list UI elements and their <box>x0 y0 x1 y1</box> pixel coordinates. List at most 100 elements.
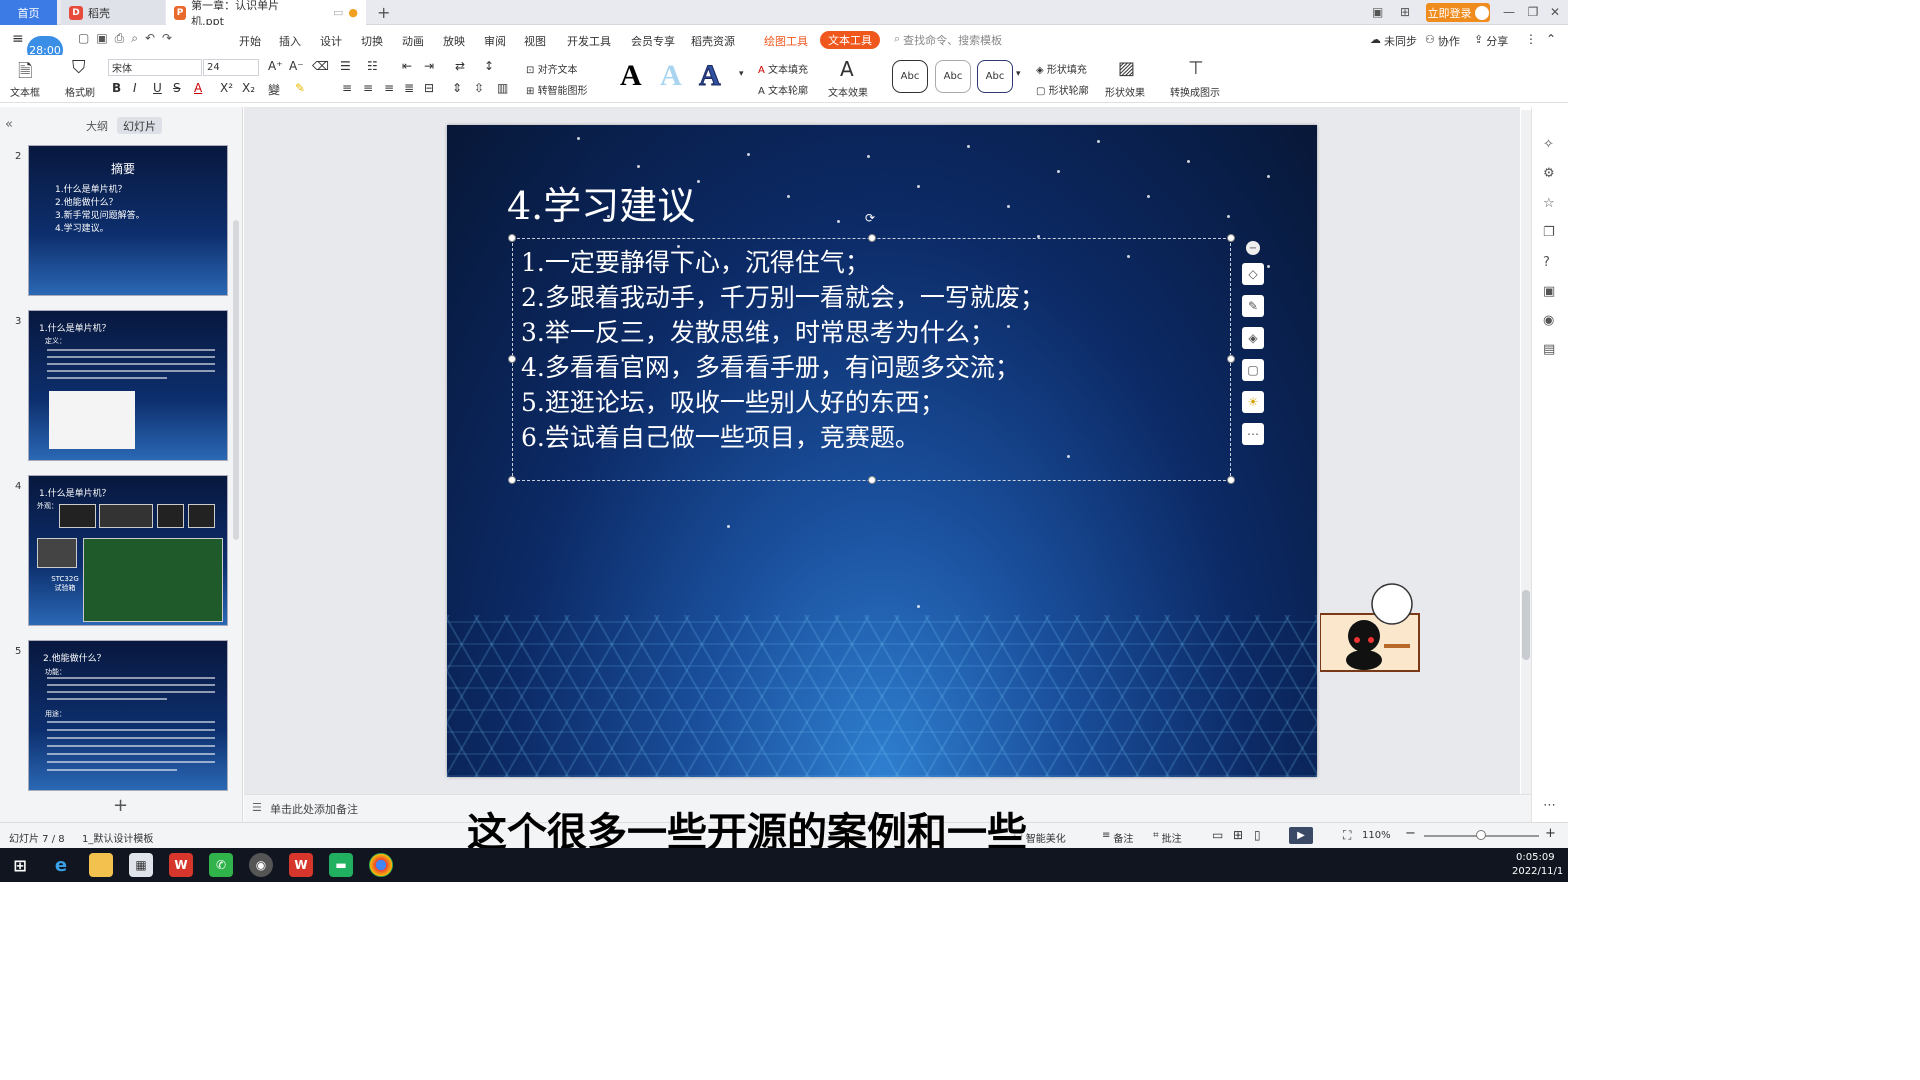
fit-window-icon[interactable]: ⛶ <box>1343 828 1351 843</box>
menu-text-tool[interactable]: 文本工具 <box>820 31 880 49</box>
convert-diagram-button[interactable]: 转换成图示 <box>1170 84 1220 99</box>
shape-outline-button[interactable]: ▢ 形状轮廓 <box>1036 82 1089 97</box>
shape-effect-icon[interactable]: ▨ <box>1118 58 1135 79</box>
body-line[interactable]: 3.举一反三，发散思维，时常思考为什么； <box>521 313 995 349</box>
font-name-select[interactable]: 宋体 <box>108 59 202 76</box>
login-button[interactable]: 立即登录 <box>1426 3 1490 22</box>
tab-document[interactable]: P 第一章：认识单片机.ppt ▭ ● <box>166 0 366 28</box>
format-painter-icon[interactable]: ⛉ <box>72 57 86 78</box>
underline-button[interactable]: U <box>153 81 162 95</box>
align-left-icon[interactable]: ≡ <box>342 81 352 95</box>
store-icon[interactable]: ▦ <box>129 853 153 877</box>
pen-icon[interactable]: ✎ <box>1242 295 1264 317</box>
quick-access-toolbar[interactable]: ▢▣⎙⌕↶↷ <box>78 31 179 46</box>
menu-item[interactable]: 审阅 <box>484 33 506 49</box>
zoom-in-icon[interactable]: + <box>1545 826 1556 841</box>
bullet-list-icon[interactable]: ☰ <box>340 59 351 73</box>
slide-title[interactable]: 4.学习建议 <box>507 175 695 230</box>
settings-sliders-icon[interactable]: ⚙ <box>1543 166 1555 181</box>
tab-outline[interactable]: 大纲 <box>86 118 108 134</box>
tab-daoke[interactable]: D 稻壳 <box>61 0 165 25</box>
layers-icon[interactable]: ◇ <box>1242 263 1264 285</box>
chrome-icon[interactable] <box>369 853 393 877</box>
columns-icon[interactable]: ▥ <box>497 81 508 95</box>
reading-view-icon[interactable]: ▯ <box>1254 828 1261 842</box>
convert-diagram-icon[interactable]: ⊤ <box>1188 58 1204 79</box>
notes-toggle-button[interactable]: ≡ 备注 <box>1102 830 1133 845</box>
zoom-slider-thumb[interactable] <box>1476 830 1486 840</box>
textbox-button[interactable]: 文本框 <box>10 84 40 99</box>
resize-handle[interactable] <box>1227 234 1235 242</box>
number-list-icon[interactable]: ☷ <box>367 59 378 73</box>
body-line[interactable]: 5.逛逛论坛，吸收一些别人好的东西； <box>521 383 945 419</box>
command-search[interactable]: ⌕ 查找命令、搜索模板 <box>894 32 1002 48</box>
more-tools-icon[interactable]: ⋯ <box>1242 423 1264 445</box>
align-right-icon[interactable]: ≡ <box>384 81 394 95</box>
align-center-icon[interactable]: ≡ <box>363 81 373 95</box>
para-spacing-icon[interactable]: ⇕ <box>452 81 462 95</box>
template-name[interactable]: 1_默认设计模板 <box>82 830 153 845</box>
shape-style-3[interactable]: Abc <box>977 60 1013 93</box>
body-line[interactable]: 1.一定要静得下心，沉得住气； <box>521 243 870 279</box>
help-icon[interactable]: ? <box>1543 255 1550 270</box>
zoom-out-icon[interactable]: − <box>1405 826 1416 841</box>
grow-font-icon[interactable]: A⁺ <box>268 59 283 73</box>
text-fill-button[interactable]: A 文本填充 <box>758 61 808 76</box>
more-menu-icon[interactable]: ⋮ <box>1525 32 1537 46</box>
menu-drawing-tool[interactable]: 绘图工具 <box>764 33 808 49</box>
resize-handle[interactable] <box>508 476 516 484</box>
tab-slides[interactable]: 幻灯片 <box>117 117 162 134</box>
smartart-button[interactable]: ⊞ 转智能图形 <box>526 82 588 97</box>
menu-item[interactable]: 会员专享 <box>631 33 675 49</box>
star-icon[interactable]: ☆ <box>1543 196 1555 211</box>
clear-format-icon[interactable]: ⌫ <box>312 59 329 73</box>
resize-handle[interactable] <box>1227 476 1235 484</box>
menu-item[interactable]: 开始 <box>239 33 261 49</box>
comments-button[interactable]: ⌗ 批注 <box>1153 830 1182 845</box>
shape-effect-button[interactable]: 形状效果 <box>1105 84 1145 99</box>
sorter-view-icon[interactable]: ⊞ <box>1233 828 1243 842</box>
menu-item[interactable]: 放映 <box>443 33 465 49</box>
body-line[interactable]: 2.多跟着我动手，千万别一看就会，一写就废； <box>521 278 1045 314</box>
collapse-ribbon-icon[interactable]: ⌃ <box>1546 32 1556 46</box>
ide-icon[interactable]: ▬ <box>329 853 353 877</box>
location-icon[interactable]: ◉ <box>1543 313 1554 328</box>
file-explorer-icon[interactable] <box>89 853 113 877</box>
text-effect-button[interactable]: 文本效果 <box>828 84 868 99</box>
resize-handle[interactable] <box>508 234 516 242</box>
shape-style-more-icon[interactable]: ▾ <box>1016 69 1021 79</box>
clock-date[interactable]: 2022/11/1 <box>1512 866 1563 877</box>
sync-status[interactable]: ☁ 未同步 <box>1370 33 1417 49</box>
wechat-icon[interactable]: ✆ <box>209 853 233 877</box>
resize-handle[interactable] <box>508 355 516 363</box>
align-text-button[interactable]: ⊡ 对齐文本 <box>526 61 578 76</box>
menu-item[interactable]: 插入 <box>279 33 301 49</box>
slide-thumbnail-5[interactable]: 2.他能做什么？ 功能： 用途： <box>28 640 228 791</box>
justify-icon[interactable]: ≣ <box>404 81 414 95</box>
normal-view-icon[interactable]: ▭ <box>1212 828 1223 842</box>
apps-grid-icon[interactable]: ⊞ <box>1400 5 1410 19</box>
text-style-more-icon[interactable]: ▾ <box>739 69 744 79</box>
tab-home[interactable]: 首页 <box>0 0 57 25</box>
phonetic-icon[interactable]: 變 <box>268 81 280 98</box>
bold-button[interactable]: B <box>112 81 121 95</box>
menu-item[interactable]: 切换 <box>361 33 383 49</box>
image-icon[interactable]: ▣ <box>1543 284 1555 299</box>
zoom-level[interactable]: 110% <box>1362 830 1391 841</box>
scroll-thumb[interactable] <box>1522 590 1530 660</box>
text-style-black[interactable]: A <box>620 59 642 93</box>
body-line[interactable]: 6.尝试着自己做一些项目，竞赛题。 <box>521 418 920 454</box>
clock-time[interactable]: 0:05:09 <box>1516 852 1555 863</box>
highlight-icon[interactable]: ✎ <box>295 81 305 95</box>
wps-office-icon[interactable]: W <box>289 853 313 877</box>
more-options-icon[interactable]: ⋯ <box>1543 798 1556 813</box>
format-painter-button[interactable]: 格式刷 <box>65 84 95 99</box>
menu-item[interactable]: 视图 <box>524 33 546 49</box>
screen-icon[interactable]: ▭ <box>333 6 343 19</box>
add-slide-button[interactable]: + <box>113 795 128 816</box>
text-effect-icon[interactable]: A <box>840 57 854 81</box>
menu-item[interactable]: 开发工具 <box>567 33 611 49</box>
collapse-panel-icon[interactable]: « <box>5 117 13 132</box>
canvas-scrollbar[interactable] <box>1521 110 1531 794</box>
subscript-button[interactable]: X₂ <box>242 81 255 95</box>
